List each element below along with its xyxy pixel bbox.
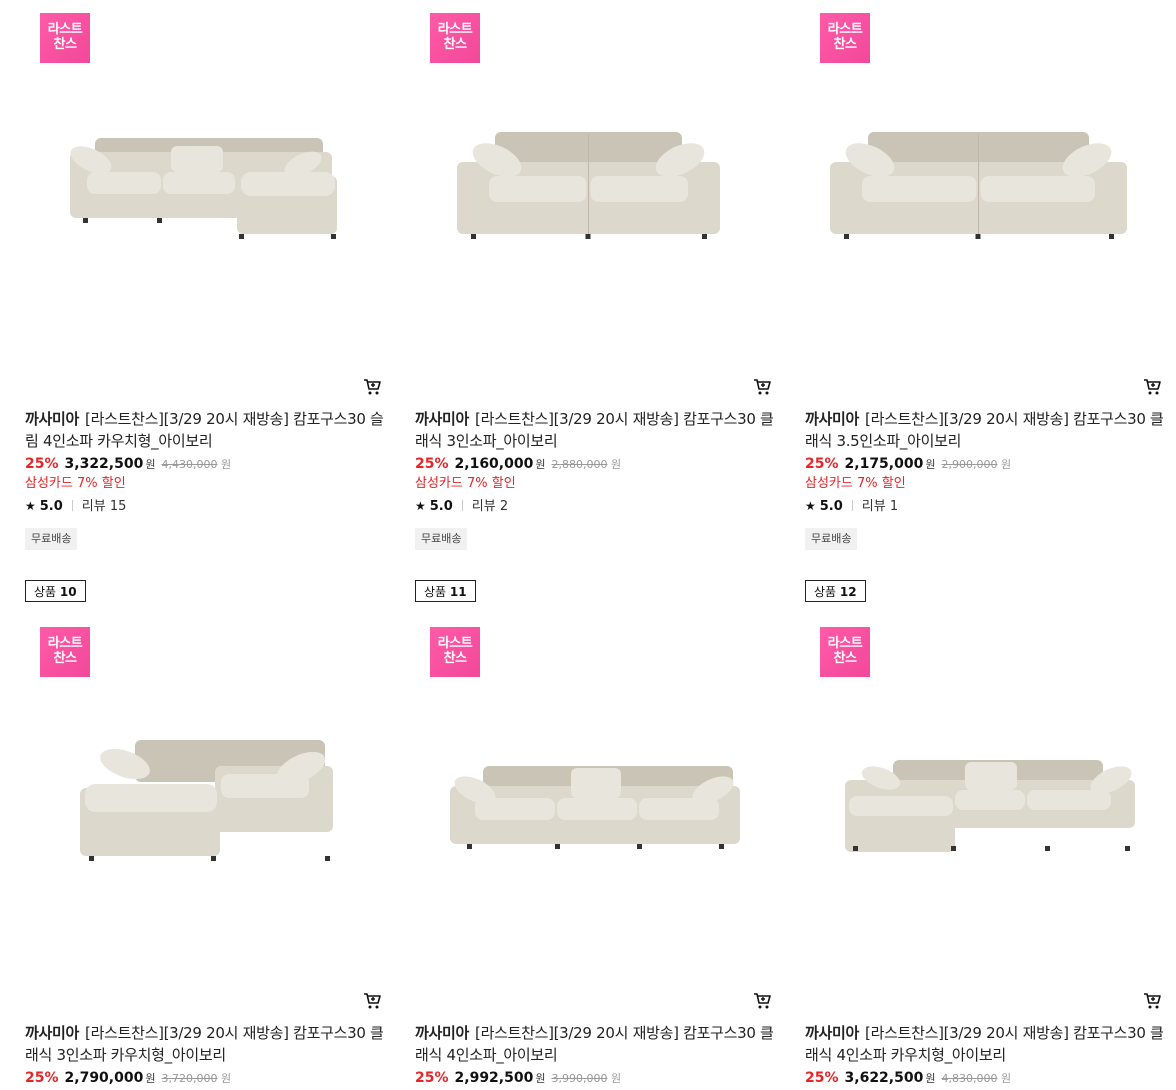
original-price: 4,430,000 원: [161, 458, 232, 471]
last-chance-badge: 라스트 찬스: [820, 13, 870, 63]
rating-score: 5.0: [39, 499, 63, 514]
shopping-cart-icon[interactable]: [1143, 992, 1161, 1010]
discount-rate: 25%: [25, 1070, 59, 1086]
original-price: 2,880,000 원: [551, 458, 622, 471]
sale-price: 3,622,500: [844, 1070, 924, 1086]
currency-label: 원: [145, 1072, 156, 1085]
card-discount: 삼성카드 7% 할인: [415, 476, 516, 491]
divider: [461, 500, 463, 511]
product-title[interactable]: 까사미아 [라스트찬스][3/29 20시 재방송] 캄포구스30 클래식 4인소…: [805, 1022, 1165, 1066]
last-chance-badge: 라스트 찬스: [430, 13, 480, 63]
shopping-cart-icon[interactable]: [363, 992, 381, 1010]
shopping-cart-icon[interactable]: [753, 992, 771, 1010]
currency-label: 원: [145, 458, 156, 471]
star-icon: ★: [415, 499, 426, 513]
brand-name: 까사미아: [805, 1024, 860, 1042]
rating-row: ★ 5.0 리뷰 15: [25, 497, 385, 516]
product-thumbnail[interactable]: 라스트 찬스: [805, 614, 1165, 976]
product-counter: 상품 12: [805, 580, 866, 602]
product-card[interactable]: 라스트 찬스까사미아 [라스트찬스][3/29 20시 재방송] 캄포구스30 클래…: [805, 0, 1165, 550]
price-row: 25% 2,790,000 원 3,720,000 원: [25, 1068, 385, 1089]
currency-label: 원: [925, 458, 936, 471]
shopping-cart-icon[interactable]: [363, 378, 381, 396]
currency-label: 원: [535, 458, 546, 471]
product-counter: 상품 10: [25, 580, 86, 602]
price-row: 25% 3,322,500 원 4,430,000 원: [25, 454, 385, 475]
brand-name: 까사미아: [25, 1024, 80, 1042]
review-count[interactable]: 리뷰 15: [82, 499, 127, 514]
product-thumbnail[interactable]: 라스트 찬스: [805, 0, 1165, 362]
product-thumbnail[interactable]: 라스트 찬스: [25, 0, 385, 362]
product-title[interactable]: 까사미아 [라스트찬스][3/29 20시 재방송] 캄포구스30 클래식 3인소…: [25, 1022, 385, 1066]
original-price: 4,830,000 원: [941, 1072, 1012, 1085]
currency-label: 원: [925, 1072, 936, 1085]
product-thumbnail[interactable]: 라스트 찬스: [415, 0, 775, 362]
product-thumbnail[interactable]: 라스트 찬스: [25, 614, 385, 976]
brand-name: 까사미아: [415, 1024, 470, 1042]
product-card[interactable]: 상품 10 라스트 찬스까사미아 [라스트찬스][3/29 20시 재방송] 캄포구스…: [25, 580, 385, 1086]
discount-rate: 25%: [805, 456, 839, 472]
sale-price: 2,175,000: [844, 456, 924, 472]
review-count[interactable]: 리뷰 1: [862, 499, 898, 514]
product-info: 까사미아 [라스트찬스][3/29 20시 재방송] 캄포구스30 클래식 4인소…: [805, 1022, 1165, 1089]
rating-row: ★ 5.0 리뷰 2: [415, 497, 775, 516]
star-icon: ★: [25, 499, 36, 513]
original-price: 3,990,000 원: [551, 1072, 622, 1085]
brand-name: 까사미아: [25, 410, 80, 428]
product-info: 까사미아 [라스트찬스][3/29 20시 재방송] 캄포구스30 클래식 3인소…: [415, 408, 775, 550]
brand-name: 까사미아: [805, 410, 860, 428]
sale-price: 3,322,500: [64, 456, 144, 472]
original-price: 3,720,000 원: [161, 1072, 232, 1085]
rating-score: 5.0: [819, 499, 843, 514]
brand-name: 까사미아: [415, 410, 470, 428]
discount-rate: 25%: [25, 456, 59, 472]
free-shipping-tag: 무료배송: [415, 528, 468, 550]
shopping-cart-icon[interactable]: [753, 378, 771, 396]
discount-rate: 25%: [415, 456, 449, 472]
product-thumbnail[interactable]: 라스트 찬스: [415, 614, 775, 976]
product-card[interactable]: 라스트 찬스까사미아 [라스트찬스][3/29 20시 재방송] 캄포구스30 클래…: [415, 0, 775, 550]
divider: [851, 500, 853, 511]
last-chance-badge: 라스트 찬스: [40, 627, 90, 677]
last-chance-badge: 라스트 찬스: [430, 627, 480, 677]
price-row: 25% 2,160,000 원 2,880,000 원: [415, 454, 775, 475]
last-chance-badge: 라스트 찬스: [40, 13, 90, 63]
card-discount: 삼성카드 7% 할인: [25, 476, 126, 491]
price-row: 25% 3,622,500 원 4,830,000 원: [805, 1068, 1165, 1089]
rating-score: 5.0: [429, 499, 453, 514]
sale-price: 2,160,000: [454, 456, 534, 472]
product-card[interactable]: 상품 12 라스트 찬스까사미아 [라스트찬스][3/29 20시 재방송] 캄포구스…: [805, 580, 1165, 1086]
discount-rate: 25%: [805, 1070, 839, 1086]
discount-rate: 25%: [415, 1070, 449, 1086]
star-icon: ★: [805, 499, 816, 513]
currency-label: 원: [535, 1072, 546, 1085]
product-grid: 라스트 찬스 까사미아 [라스트찬스][3/29 20시 재방송] 캄포구스30 슬림…: [0, 0, 1176, 1090]
card-discount: 삼성카드 7% 할인: [805, 476, 906, 491]
product-counter: 상품 11: [415, 580, 476, 602]
free-shipping-tag: 무료배송: [25, 528, 78, 550]
free-shipping-tag: 무료배송: [805, 528, 858, 550]
original-price: 2,900,000 원: [941, 458, 1012, 471]
product-card[interactable]: 라스트 찬스까사미아 [라스트찬스][3/29 20시 재방송] 캄포구스30 슬림…: [25, 0, 385, 550]
last-chance-badge: 라스트 찬스: [820, 627, 870, 677]
product-title[interactable]: 까사미아 [라스트찬스][3/29 20시 재방송] 캄포구스30 클래식 3인소…: [415, 408, 775, 452]
product-info: 까사미아 [라스트찬스][3/29 20시 재방송] 캄포구스30 클래식 3.5…: [805, 408, 1165, 550]
product-title[interactable]: 까사미아 [라스트찬스][3/29 20시 재방송] 캄포구스30 슬림 4인소파…: [25, 408, 385, 452]
product-info: 까사미아 [라스트찬스][3/29 20시 재방송] 캄포구스30 클래식 3인소…: [25, 1022, 385, 1089]
product-card[interactable]: 상품 11 라스트 찬스까사미아 [라스트찬스][3/29 20시 재방송] 캄포구스…: [415, 580, 775, 1086]
product-title[interactable]: 까사미아 [라스트찬스][3/29 20시 재방송] 캄포구스30 클래식 4인소…: [415, 1022, 775, 1066]
price-row: 25% 2,175,000 원 2,900,000 원: [805, 454, 1165, 475]
product-info: 까사미아 [라스트찬스][3/29 20시 재방송] 캄포구스30 클래식 4인소…: [415, 1022, 775, 1089]
divider: [71, 500, 73, 511]
sale-price: 2,790,000: [64, 1070, 144, 1086]
sale-price: 2,992,500: [454, 1070, 534, 1086]
review-count[interactable]: 리뷰 2: [472, 499, 508, 514]
shopping-cart-icon[interactable]: [1143, 378, 1161, 396]
price-row: 25% 2,992,500 원 3,990,000 원: [415, 1068, 775, 1089]
product-title[interactable]: 까사미아 [라스트찬스][3/29 20시 재방송] 캄포구스30 클래식 3.5…: [805, 408, 1165, 452]
product-info: 까사미아 [라스트찬스][3/29 20시 재방송] 캄포구스30 슬림 4인소파…: [25, 408, 385, 550]
rating-row: ★ 5.0 리뷰 1: [805, 497, 1165, 516]
